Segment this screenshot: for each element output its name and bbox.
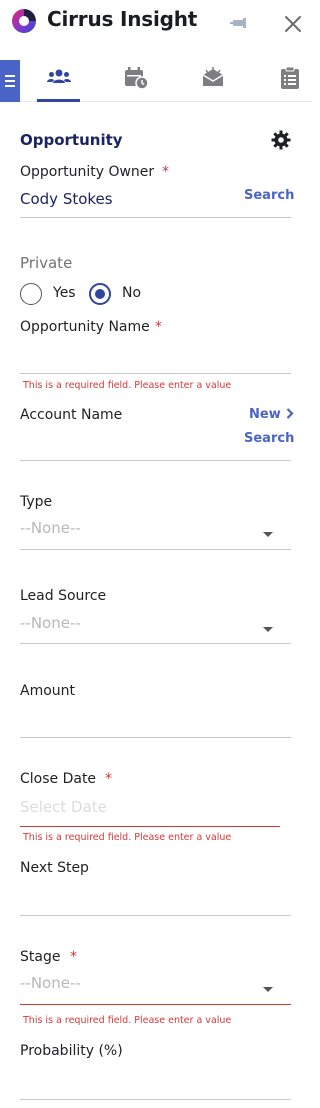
probability-label: Probability (%) — [20, 1043, 123, 1059]
type-select[interactable]: --None-- — [20, 519, 81, 537]
opportunity-name-label: Opportunity Name — [20, 319, 150, 335]
cirrus-logo-icon — [12, 9, 36, 33]
stage-select[interactable]: --None-- — [20, 974, 81, 992]
chevron-down-icon[interactable] — [263, 627, 273, 632]
account-search-link[interactable]: Search — [244, 431, 294, 446]
opportunity-name-input[interactable] — [20, 340, 291, 374]
owner-value[interactable]: Cody Stokes — [20, 190, 113, 208]
required-mark: * — [105, 771, 112, 787]
private-label: Private — [20, 254, 73, 272]
opportunity-name-underline — [20, 373, 291, 374]
account-new-label: New — [249, 407, 281, 422]
lead-source-select[interactable]: --None-- — [20, 614, 81, 632]
required-mark: * — [70, 949, 77, 965]
email-icon — [202, 67, 224, 86]
opportunity-name-error: This is a required field. Please enter a… — [23, 380, 232, 391]
close-icon[interactable] — [283, 14, 303, 34]
chevron-down-icon[interactable] — [263, 987, 273, 992]
close-date-input[interactable]: Select Date — [20, 798, 107, 816]
account-new-link[interactable]: New — [249, 407, 295, 422]
app-title: Cirrus Insight — [47, 7, 198, 31]
required-mark: * — [162, 164, 169, 180]
owner-underline — [20, 217, 291, 218]
stage-underline — [20, 1004, 291, 1005]
pin-icon[interactable] — [229, 14, 251, 34]
tab-calendar[interactable] — [111, 56, 159, 102]
header: Cirrus Insight — [0, 0, 312, 46]
gear-icon[interactable] — [271, 130, 291, 150]
chevron-down-icon[interactable] — [263, 532, 273, 537]
clipboard-icon — [281, 66, 299, 89]
nav-tabs — [0, 56, 312, 102]
tab-email[interactable] — [189, 56, 237, 102]
section-title: Opportunity — [20, 131, 123, 149]
chevron-right-icon — [286, 408, 294, 419]
type-underline — [20, 549, 291, 550]
amount-input[interactable] — [20, 704, 291, 736]
menu-button[interactable] — [0, 60, 20, 102]
calendar-clock-icon — [125, 67, 149, 90]
close-date-label: Close Date — [20, 771, 97, 787]
amount-label: Amount — [20, 683, 76, 699]
lead-source-underline — [20, 643, 291, 644]
next-step-input[interactable] — [20, 882, 291, 914]
amount-underline — [20, 737, 291, 738]
private-yes-radio[interactable] — [20, 283, 42, 305]
account-name-underline — [20, 460, 291, 461]
close-date-error: This is a required field. Please enter a… — [23, 832, 232, 843]
stage-label: Stage — [20, 949, 61, 965]
private-no-radio[interactable] — [89, 283, 111, 305]
tab-tasks[interactable] — [266, 56, 314, 102]
account-name-label: Account Name — [20, 407, 123, 423]
lead-source-label: Lead Source — [20, 588, 107, 604]
next-step-underline — [20, 915, 291, 916]
probability-input[interactable] — [20, 1066, 291, 1098]
required-mark: * — [155, 319, 162, 335]
private-yes-label[interactable]: Yes — [53, 285, 76, 301]
private-no-label[interactable]: No — [122, 285, 141, 301]
people-icon — [47, 69, 71, 83]
close-date-underline — [20, 826, 280, 827]
type-label: Type — [20, 494, 53, 510]
stage-error: This is a required field. Please enter a… — [23, 1015, 232, 1026]
owner-search-link[interactable]: Search — [244, 188, 294, 203]
probability-underline — [20, 1099, 291, 1100]
owner-label: Opportunity Owner — [20, 164, 155, 180]
next-step-label: Next Step — [20, 860, 89, 876]
active-tab-indicator — [37, 99, 80, 102]
tab-contacts[interactable] — [34, 56, 82, 102]
